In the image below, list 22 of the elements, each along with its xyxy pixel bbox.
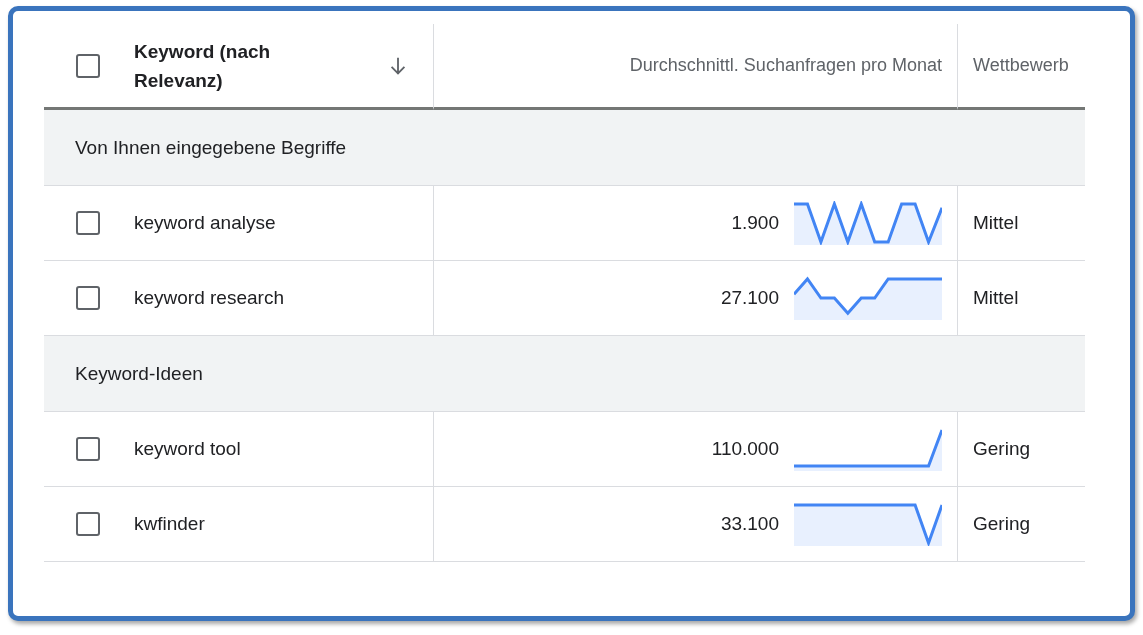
- column-header[interactable]: Keyword (nach Relevanz): [134, 36, 334, 95]
- column-header[interactable]: Wettbewerb: [973, 55, 1069, 76]
- checkbox[interactable]: [76, 286, 100, 310]
- group-title: Von Ihnen eingegebene Begriffe: [75, 136, 347, 159]
- checkbox[interactable]: [76, 437, 100, 461]
- competition-level: Mittel: [973, 287, 1019, 309]
- competition-level: Mittel: [973, 212, 1019, 234]
- search-volume: 110.000: [711, 438, 779, 460]
- search-volume: 1.900: [731, 212, 779, 234]
- competition-level: Gering: [973, 438, 1031, 460]
- competition-level: Gering: [973, 513, 1031, 535]
- checkbox[interactable]: [76, 53, 100, 78]
- search-volume: 33.100: [720, 513, 779, 535]
- checkbox[interactable]: [76, 211, 100, 235]
- checkbox[interactable]: [76, 512, 100, 536]
- column-header[interactable]: Durchschnittl. Suchanfragen pro Monat: [629, 55, 942, 76]
- keyword-text: keyword research: [134, 287, 284, 309]
- keyword-text: keyword tool: [134, 438, 241, 460]
- group-title: Keyword-Ideen: [75, 362, 203, 385]
- keyword-text: kwfinder: [134, 513, 205, 535]
- search-volume: 27.100: [720, 287, 779, 309]
- keyword-text: keyword analyse: [134, 212, 276, 234]
